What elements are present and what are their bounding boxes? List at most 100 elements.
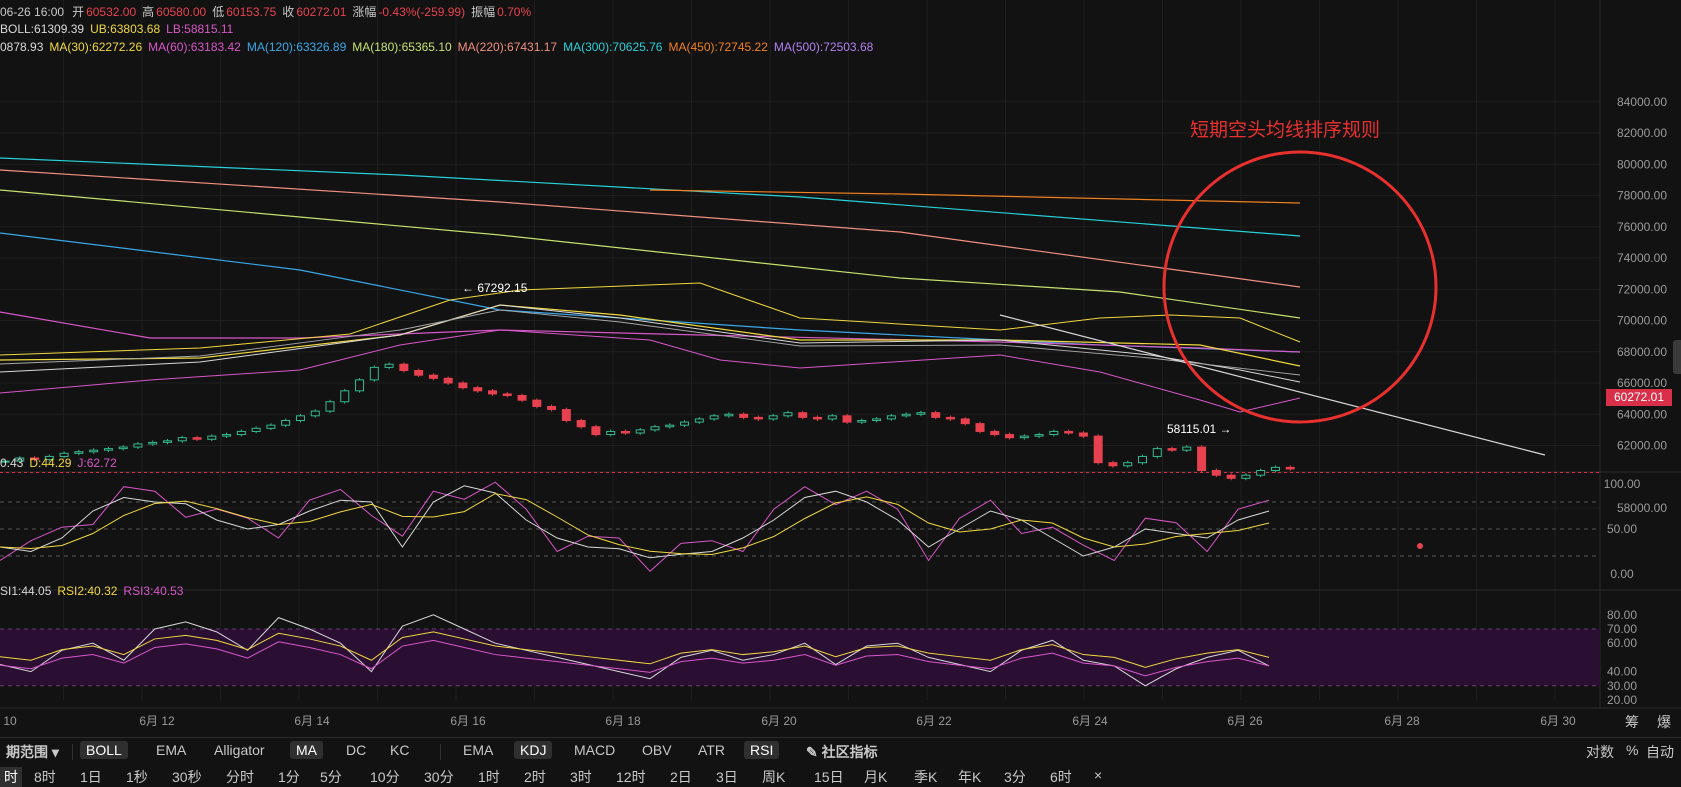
timeframe-15[interactable]: 3日 — [716, 767, 738, 787]
timeframe-1[interactable]: 8时 — [34, 767, 56, 787]
date-tick: 6月 22 — [916, 714, 952, 728]
timeframe-13[interactable]: 12时 — [616, 767, 646, 787]
candle — [901, 412, 911, 418]
ma-value: MA(300):70625.76 — [563, 40, 663, 54]
timeframe-4[interactable]: 30秒 — [172, 767, 202, 787]
candle — [458, 381, 468, 390]
candle — [266, 423, 276, 431]
timeframe-21[interactable]: 3分 — [1004, 767, 1026, 787]
candle — [502, 392, 512, 398]
main-indicator-kc[interactable]: KC — [384, 741, 415, 759]
date-tick: 6月 20 — [761, 714, 797, 728]
timeframe-16[interactable]: 周K — [762, 767, 785, 787]
timeframe-22[interactable]: 6时 — [1050, 767, 1072, 787]
sub-indicator-rsi[interactable]: RSI — [744, 741, 780, 759]
time-range-dropdown[interactable]: 期范围 ▾ — [0, 741, 65, 763]
rsi-value: RSI2:40.32 — [57, 584, 118, 598]
date-tick: 6月 14 — [294, 714, 330, 728]
sub-indicator-obv[interactable]: OBV — [636, 741, 678, 759]
timeframe-3[interactable]: 1秒 — [126, 767, 148, 787]
timeframe-23[interactable]: × — [1094, 767, 1102, 783]
ma-value: MA(180):65365.10 — [352, 40, 452, 54]
price-tick: 58000.00 — [1617, 501, 1667, 515]
timeframe-10[interactable]: 1时 — [478, 767, 500, 787]
candle — [1138, 454, 1147, 465]
main-indicator-alligator[interactable]: Alligator — [208, 741, 271, 759]
timeframe-2[interactable]: 1日 — [80, 767, 102, 787]
timeframe-18[interactable]: 月K — [864, 767, 887, 787]
timeframe-20[interactable]: 年K — [958, 767, 981, 787]
candle — [1197, 445, 1207, 473]
candle — [281, 418, 291, 428]
ma300-line — [0, 157, 1301, 237]
candle — [295, 413, 305, 423]
sub-indicator-atr[interactable]: ATR — [692, 741, 731, 759]
current-price-tag: 60272.01 — [1606, 389, 1672, 406]
candle — [473, 385, 483, 393]
main-indicator-ma[interactable]: MA — [290, 741, 323, 759]
candle — [724, 412, 734, 418]
timeframe-14[interactable]: 2日 — [670, 767, 692, 787]
kdj-d-line — [0, 493, 1270, 556]
price-tick: 70000.00 — [1617, 314, 1667, 328]
scale-option-2[interactable]: 自动 — [1640, 741, 1680, 763]
candle — [960, 417, 970, 426]
boll-value: UB:63803.68 — [90, 22, 161, 36]
candle — [650, 424, 660, 432]
rsi-tick: 20.00 — [1607, 693, 1637, 707]
panel-collapse-handle[interactable] — [1673, 340, 1681, 374]
sub-indicator-macd[interactable]: MACD — [568, 741, 621, 759]
timeframe-6[interactable]: 1分 — [278, 767, 300, 787]
price-chart[interactable]: 84000.00 82000.00 80000.00 78000.00 76000.00… — [0, 0, 1681, 745]
ohlc-label: 开 — [72, 5, 85, 19]
toolbar-divider — [440, 744, 441, 760]
price-tick: 68000.00 — [1617, 345, 1667, 359]
ohlc-field: 06-26 16:00 — [0, 5, 66, 19]
community-indicators-button[interactable]: ✎ 社区指标 — [800, 741, 884, 763]
kdj-k-line — [0, 485, 1270, 559]
timeframe-bar: 时 8时 1日 1秒 30秒 分时 1分 5分 10分 30分 1时 2时 3时 12时 2日 3日 周K 15日… — [0, 765, 1681, 787]
price-tick: 64000.00 — [1617, 407, 1667, 421]
kdj-legend: 0.43 D:44.29 J:62.72 — [0, 456, 123, 470]
price-tick: 80000.00 — [1617, 157, 1667, 171]
high-price-marker: ← 67292.15 — [462, 281, 528, 295]
timeframe-12[interactable]: 3时 — [570, 767, 592, 787]
candle — [163, 438, 172, 445]
candle — [251, 426, 261, 434]
axis-corner-button[interactable]: 爆 — [1657, 714, 1671, 730]
timeframe-19[interactable]: 季K — [914, 767, 937, 787]
date-tick: 6月 18 — [605, 714, 641, 728]
timeframe-7[interactable]: 5分 — [320, 767, 342, 787]
ma-value: MA(60):63183.42 — [148, 40, 241, 54]
edit-icon: ✎ — [806, 744, 822, 760]
sub-indicator-ema[interactable]: EMA — [457, 741, 499, 759]
candle — [886, 413, 896, 421]
candle — [1241, 473, 1251, 481]
sub-indicator-kdj[interactable]: KDJ — [514, 741, 553, 759]
candle — [1211, 468, 1221, 478]
candle — [576, 418, 586, 429]
axis-corner-button[interactable]: 筹 — [1625, 714, 1639, 730]
main-indicator-boll[interactable]: BOLL — [80, 741, 128, 759]
timeframe-9[interactable]: 30分 — [424, 767, 454, 787]
candle — [355, 378, 365, 393]
timeframe-11[interactable]: 2时 — [524, 767, 546, 787]
boll-legend: BOLL:61309.39 UB:63803.68 LB:58815.11 — [0, 22, 239, 36]
candle — [488, 388, 497, 396]
timeframe-8[interactable]: 10分 — [370, 767, 400, 787]
rsi-tick: 40.00 — [1607, 665, 1637, 679]
kdj-value: 0.43 — [0, 456, 24, 470]
candle — [1152, 446, 1162, 459]
main-indicator-ema[interactable]: EMA — [150, 741, 192, 759]
candle — [1182, 445, 1192, 453]
timeframe-5[interactable]: 分时 — [226, 767, 254, 787]
scale-option-0[interactable]: 对数 — [1580, 741, 1620, 763]
ma-value: MA(220):67431.17 — [457, 40, 558, 54]
date-tick: 6月 12 — [139, 714, 175, 728]
timeframe-0[interactable]: 时 — [0, 767, 22, 787]
main-indicator-dc[interactable]: DC — [340, 741, 372, 759]
timeframe-17[interactable]: 15日 — [814, 767, 844, 787]
candle — [192, 435, 202, 442]
price-tick: 74000.00 — [1617, 251, 1667, 265]
candle — [1108, 460, 1118, 468]
